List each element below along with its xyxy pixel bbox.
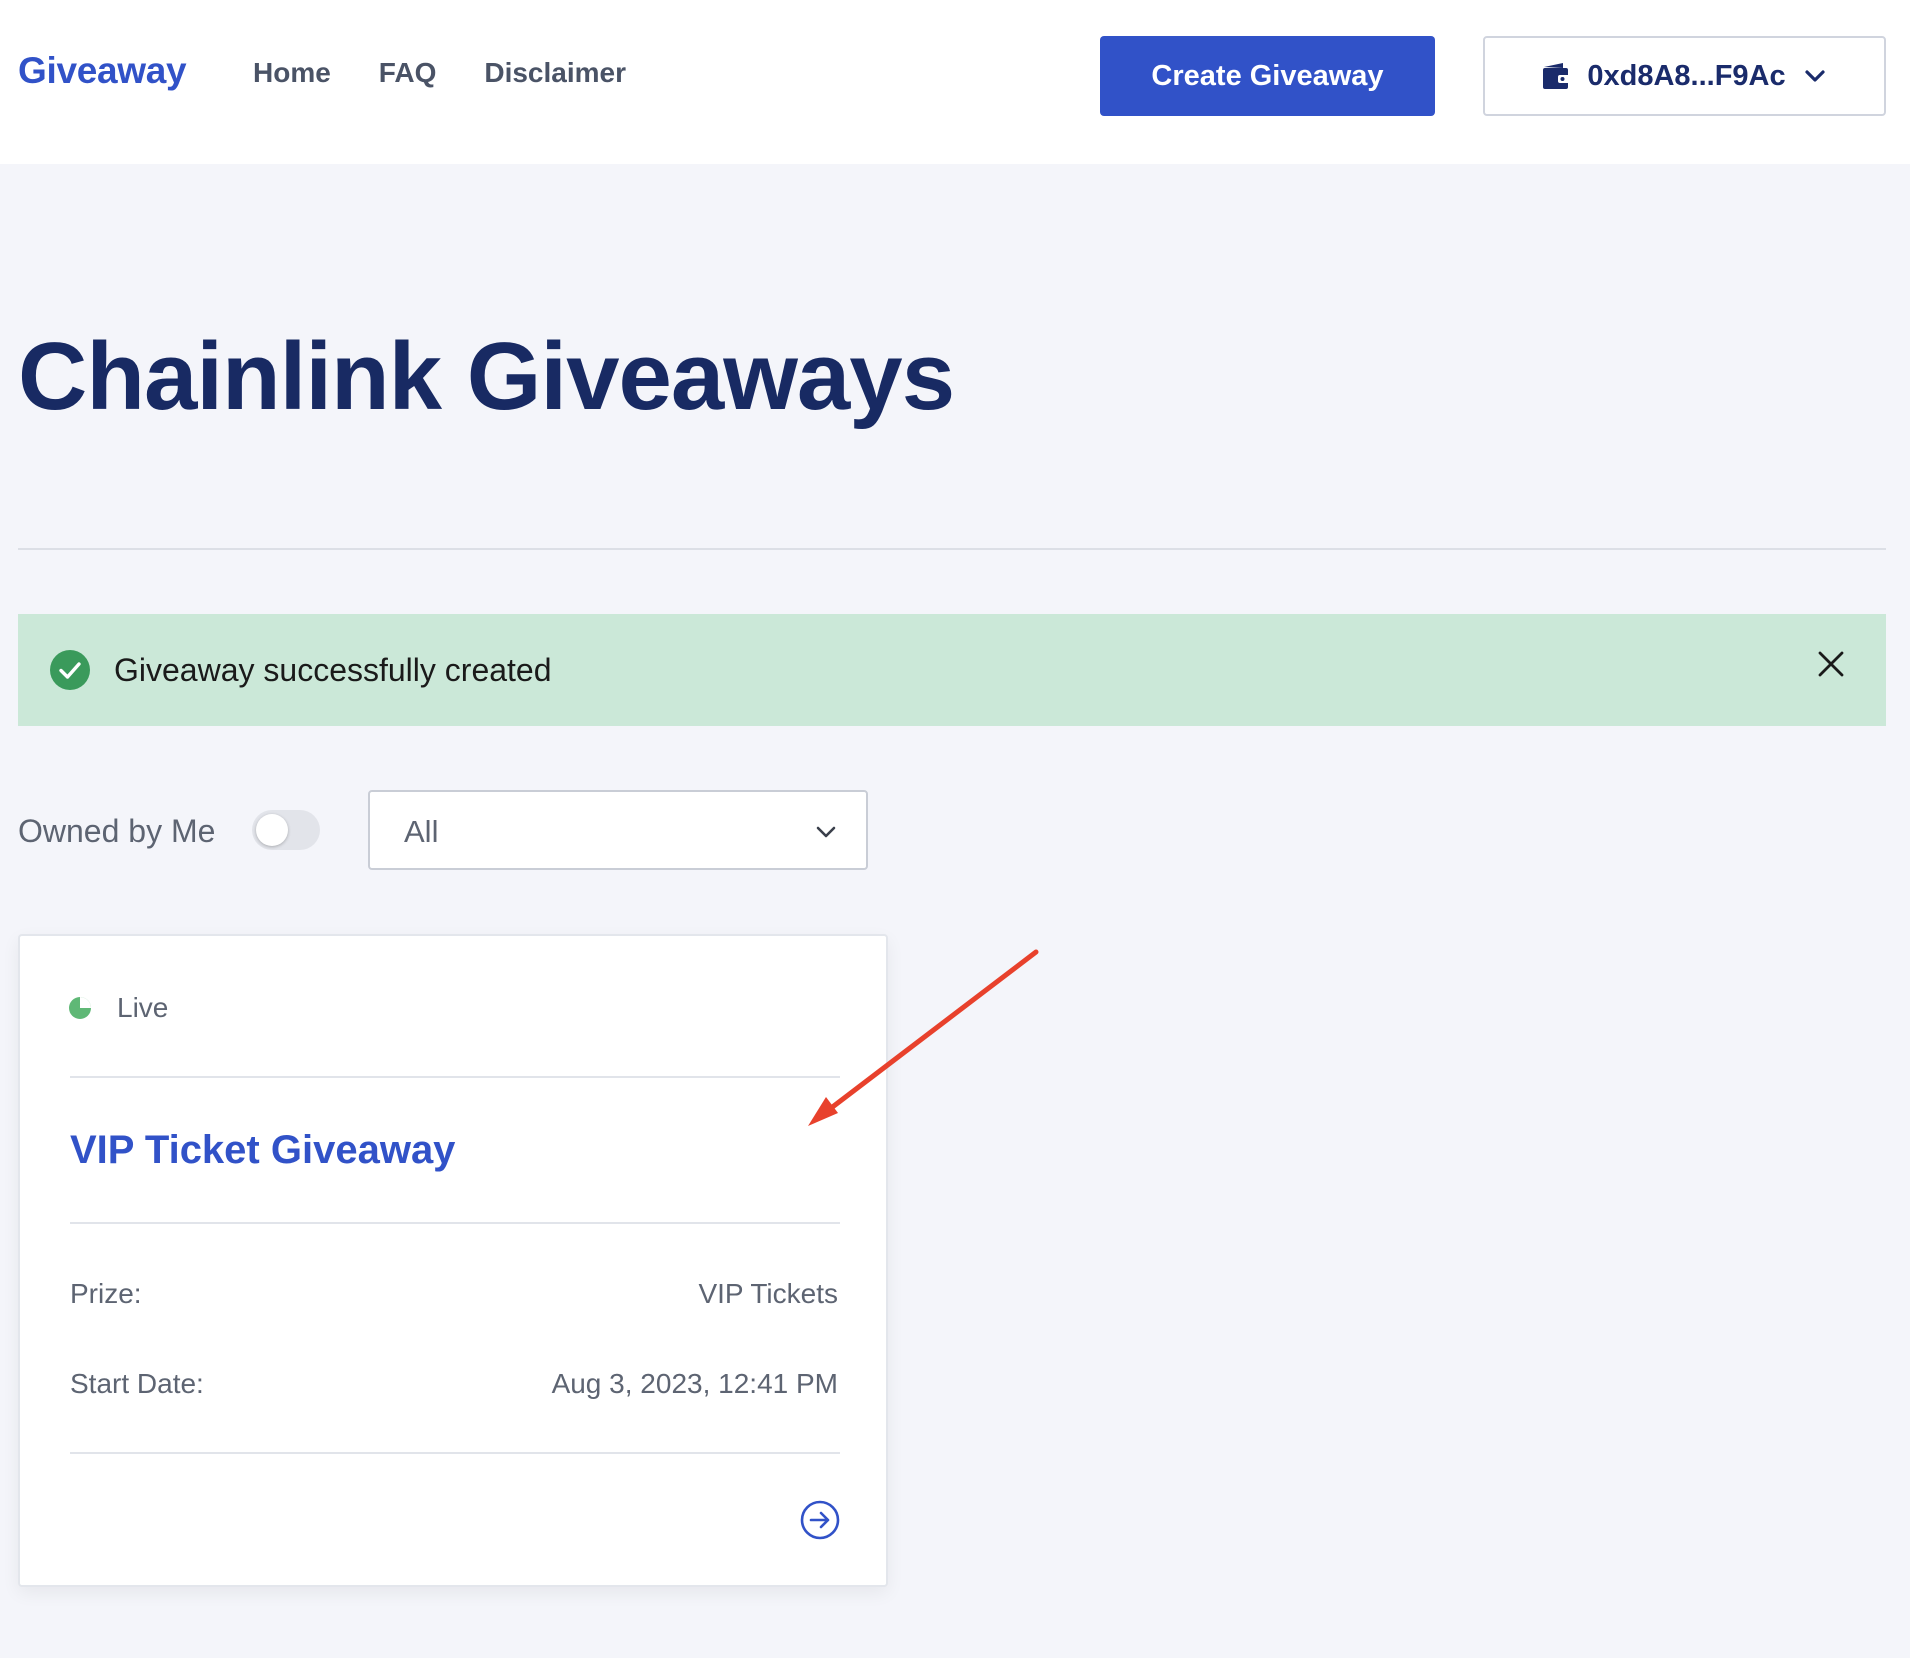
brand-logo[interactable]: Giveaway [18,50,187,92]
wallet-icon [1543,63,1571,89]
status-filter-value: All [404,814,439,849]
nav-home-link[interactable]: Home [253,57,331,89]
chevron-down-icon [816,826,836,838]
status-filter-select[interactable]: All [368,790,868,870]
alert-message: Giveaway successfully created [114,652,552,688]
card-divider [70,1222,840,1224]
title-divider [18,548,1886,550]
prize-label: Prize: [70,1278,142,1309]
annotation-arrow [808,949,1039,1126]
nav-faq-link[interactable]: FAQ [379,57,437,89]
arrow-right-circle-icon[interactable] [800,1500,840,1540]
success-alert: Giveaway successfully created [18,614,1886,726]
create-giveaway-button[interactable]: Create Giveaway [1100,36,1435,116]
card-divider [70,1076,840,1078]
prize-value: VIP Tickets [698,1278,838,1309]
wallet-account-button[interactable]: 0xd8A8...F9Ac [1483,36,1886,116]
top-navbar: Giveaway Home FAQ Disclaimer Create Give… [0,0,1910,164]
giveaway-title-link[interactable]: VIP Ticket Giveaway [70,1128,455,1173]
start-date-value: Aug 3, 2023, 12:41 PM [551,1368,838,1399]
toggle-knob [256,814,288,846]
wallet-address: 0xd8A8...F9Ac [1587,59,1786,92]
card-divider [70,1452,840,1454]
live-status-icon [69,997,91,1019]
check-circle-icon [50,650,90,690]
close-icon[interactable] [1816,649,1846,679]
chevron-down-icon [1805,70,1825,82]
page-title: Chainlink Giveaways [18,323,955,430]
nav-disclaimer-link[interactable]: Disclaimer [484,57,626,89]
owned-by-me-label: Owned by Me [18,813,216,849]
giveaway-card[interactable]: Live VIP Ticket Giveaway Prize: VIP Tick… [18,934,888,1587]
owned-by-me-toggle[interactable] [252,810,320,850]
start-date-label: Start Date: [70,1368,204,1399]
giveaway-status: Live [117,992,169,1023]
main-nav: Home FAQ Disclaimer [253,57,626,89]
